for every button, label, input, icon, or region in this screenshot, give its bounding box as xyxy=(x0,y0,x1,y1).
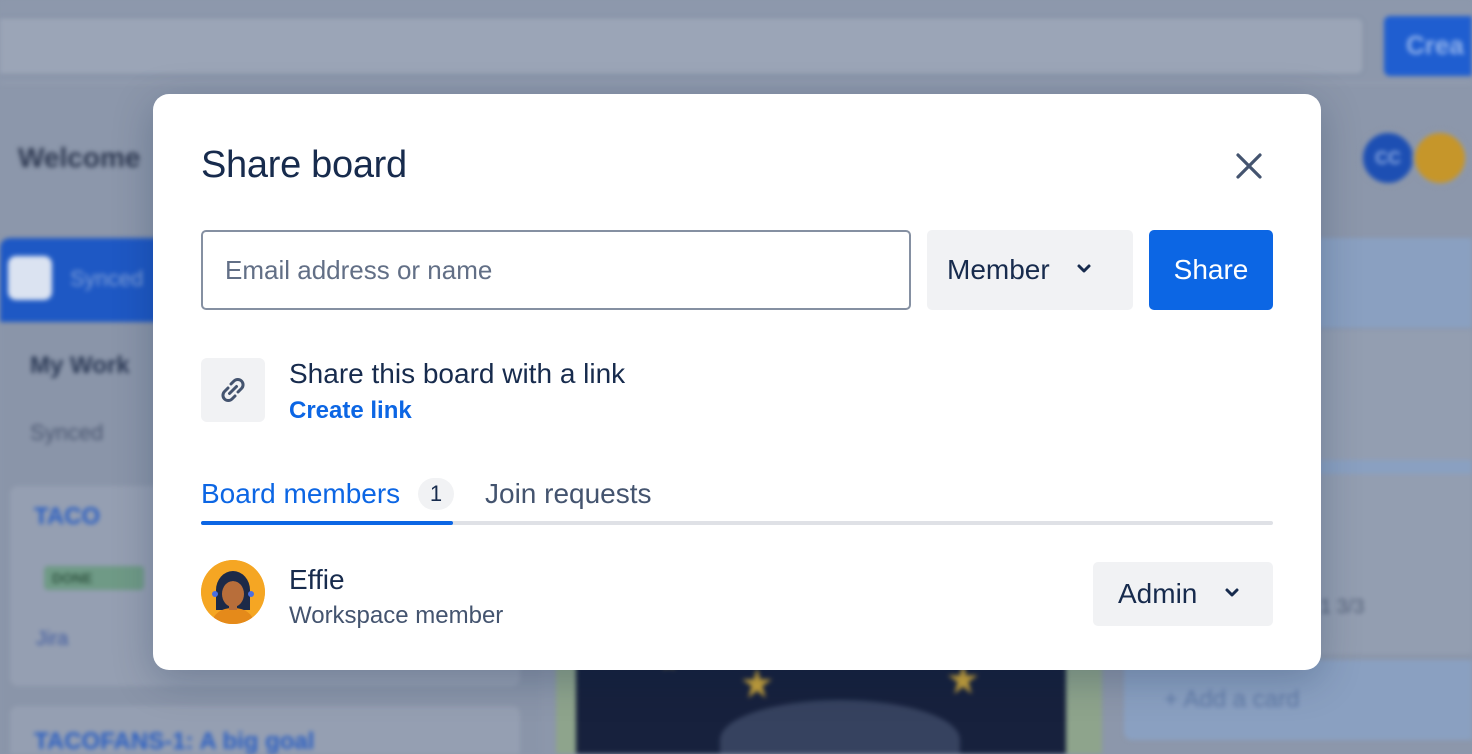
tab-label: Board members xyxy=(201,478,401,509)
member-row: Effie Workspace member Admin xyxy=(201,560,1273,629)
link-icon-container xyxy=(201,358,265,422)
close-icon xyxy=(1236,153,1262,179)
card-source: Jira xyxy=(36,628,69,650)
pencil-icon xyxy=(8,256,52,300)
list-header-label: Synced xyxy=(70,266,144,291)
status-badge: DONE xyxy=(44,566,144,590)
user-avatar-initials: CC xyxy=(1360,130,1416,186)
add-card-label: Add a card xyxy=(1183,686,1300,713)
add-card-button: + Add a card xyxy=(1124,660,1472,740)
dialog-title: Share board xyxy=(201,144,407,186)
chevron-down-icon xyxy=(1077,264,1091,273)
create-button: Crea xyxy=(1384,16,1472,76)
member-name: Effie xyxy=(289,564,345,595)
member-subtitle: Workspace member xyxy=(289,602,504,629)
welcome-heading: Welcome xyxy=(18,142,141,173)
tab-label: Join requests xyxy=(485,478,652,509)
role-dropdown-label: Member xyxy=(947,254,1050,285)
member-role-label: Admin xyxy=(1118,578,1198,609)
avatar-effie xyxy=(201,560,265,624)
share-link-heading: Share this board with a link xyxy=(289,358,626,389)
email-or-name-input[interactable] xyxy=(201,230,911,310)
search-bar xyxy=(0,16,1365,76)
my-work-heading: My Work xyxy=(30,352,130,379)
user-avatar-photo xyxy=(1412,130,1468,186)
share-button[interactable]: Share xyxy=(1149,230,1273,310)
tab-join-requests[interactable]: Join requests xyxy=(485,474,685,526)
member-count-badge: 1 xyxy=(418,478,454,510)
active-tab-indicator xyxy=(201,521,453,525)
create-link[interactable]: Create link xyxy=(289,397,412,425)
member-role-dropdown[interactable]: Admin xyxy=(1093,562,1273,626)
link-icon xyxy=(221,377,245,403)
share-board-dialog: Share board Member Share Share this boar… xyxy=(153,94,1321,670)
synced-label: Synced xyxy=(30,420,104,445)
close-button[interactable] xyxy=(1227,144,1271,188)
member-tabs: Board members 1 Join requests xyxy=(201,474,1273,526)
tab-board-members[interactable]: Board members 1 xyxy=(201,474,454,526)
card-title: TACOFANS-1: A big goal xyxy=(34,728,315,754)
avatar xyxy=(201,560,265,624)
role-dropdown[interactable]: Member xyxy=(927,230,1133,310)
card-title: TACO xyxy=(34,503,101,530)
chevron-down-icon xyxy=(1225,588,1239,597)
card-meta: 1 3/3 xyxy=(1320,596,1365,618)
